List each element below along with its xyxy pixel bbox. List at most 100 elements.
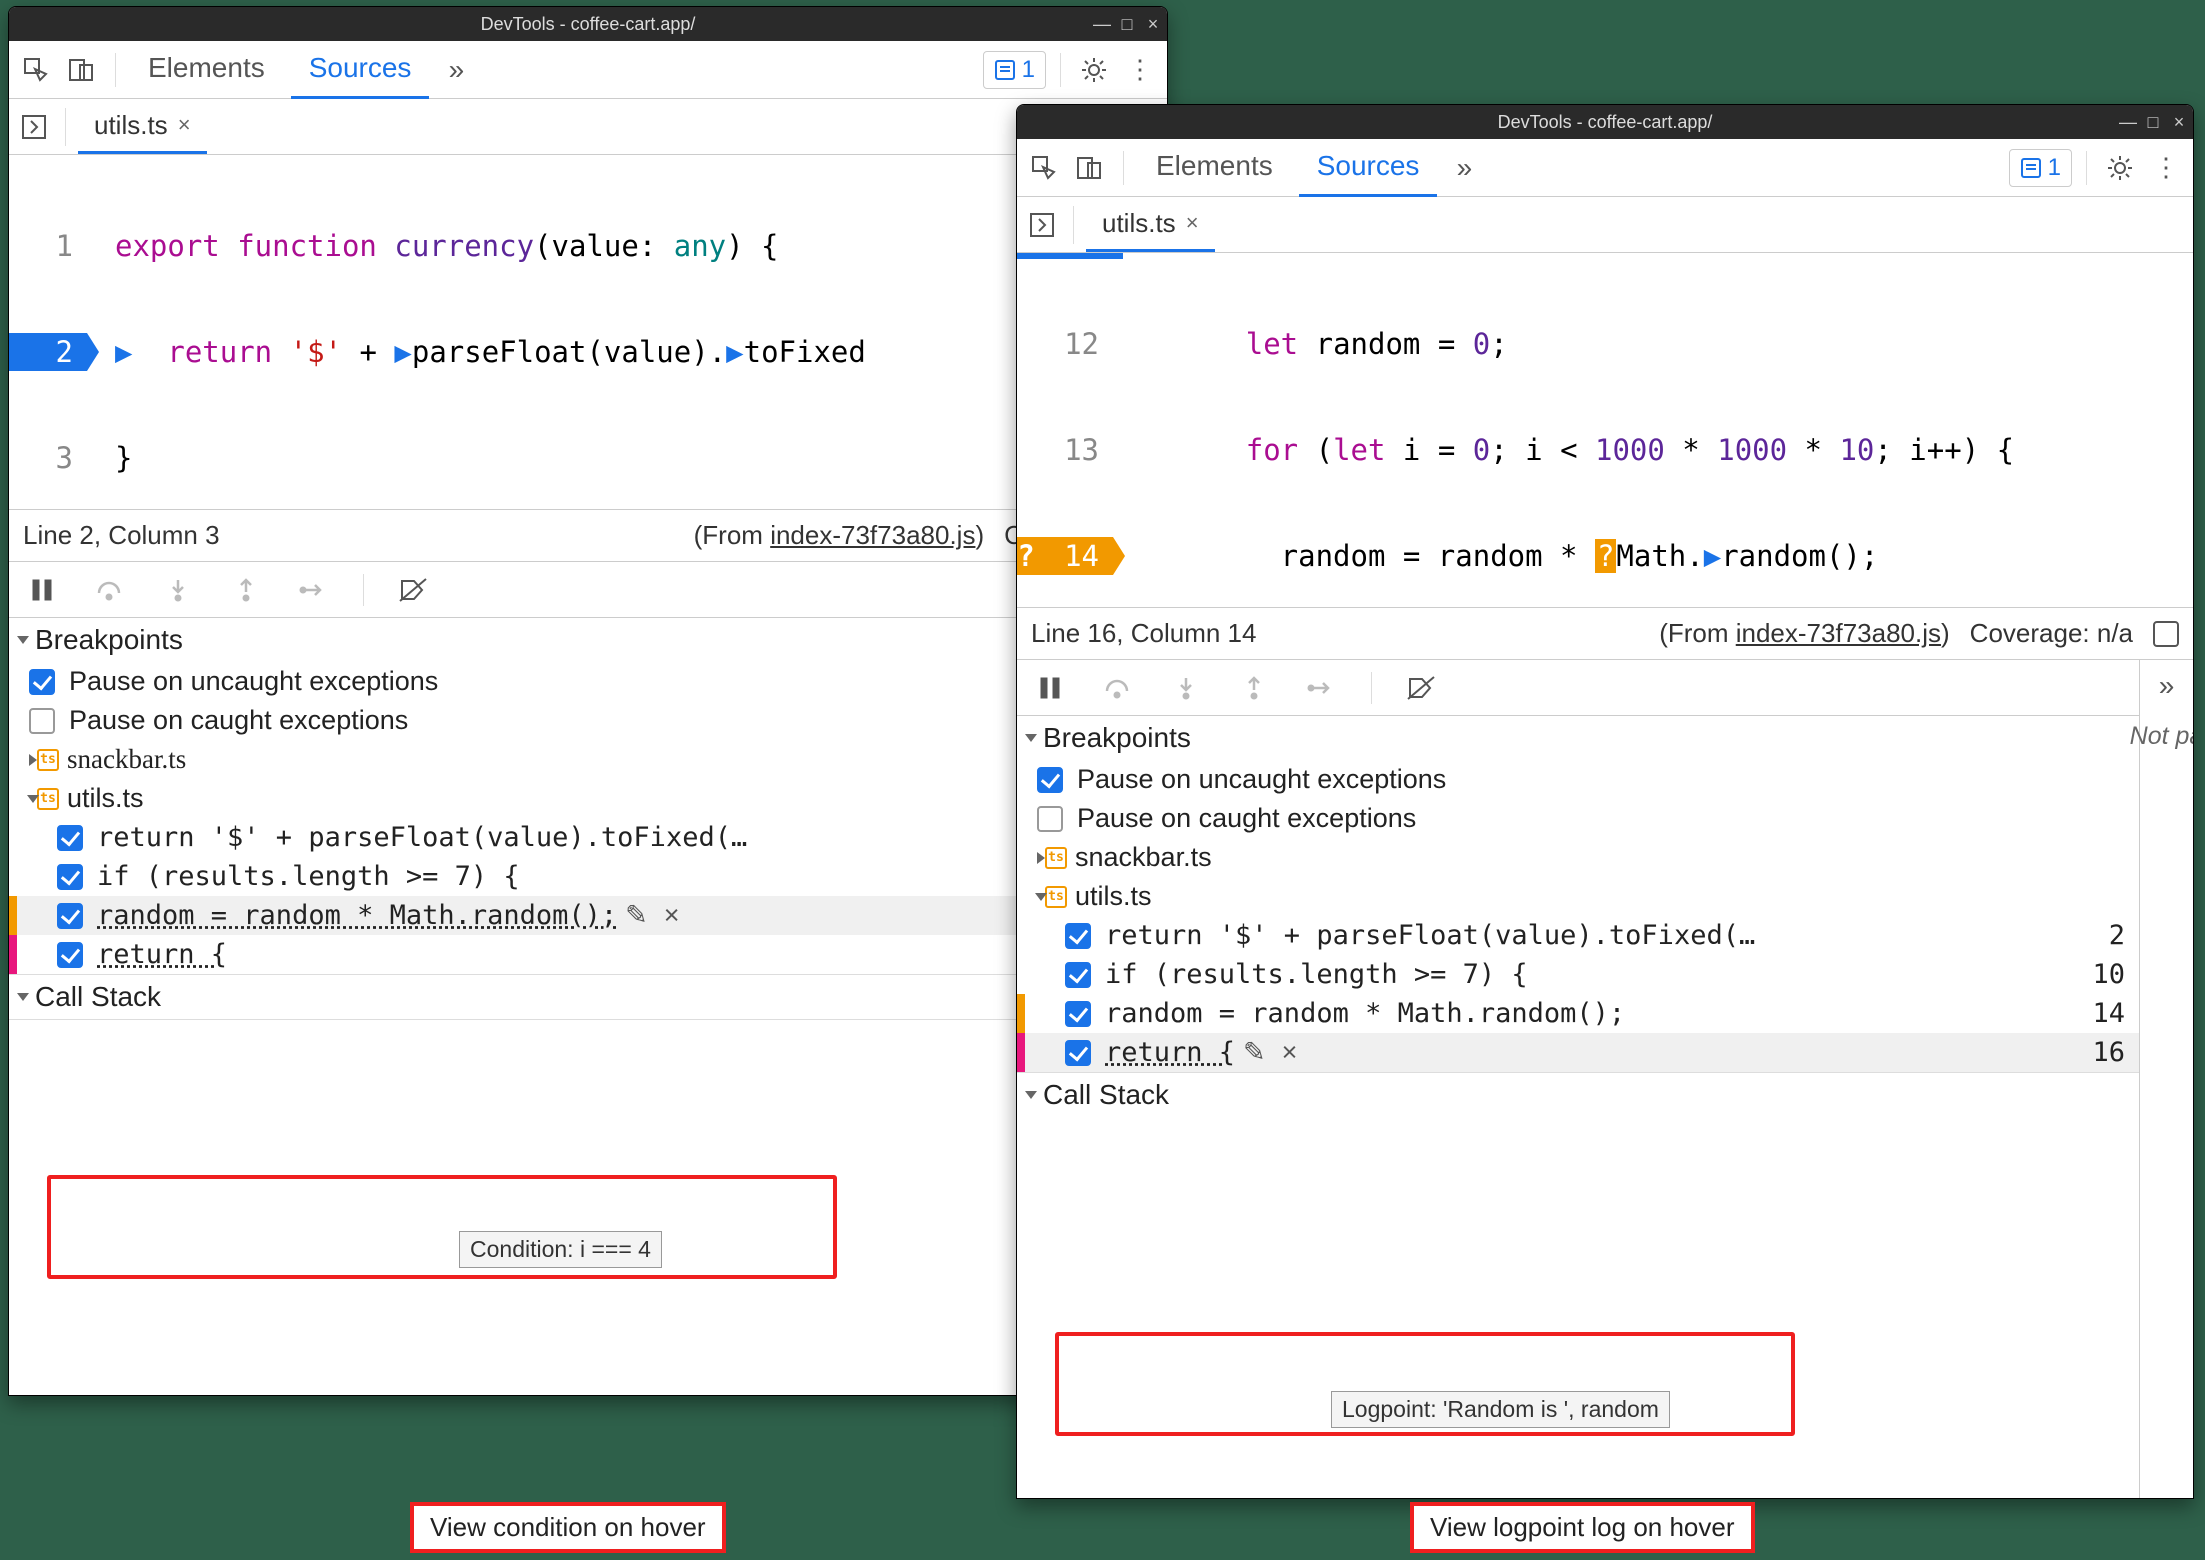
line-number[interactable]: 13 bbox=[1017, 431, 1113, 469]
pane-header-callstack[interactable]: Call Stack bbox=[9, 975, 1167, 1020]
line-number[interactable]: 12 bbox=[1017, 325, 1113, 363]
pane-header[interactable]: Breakpoints bbox=[9, 618, 1167, 662]
source-link[interactable]: index-73f73a80.js bbox=[1736, 618, 1941, 648]
kebab-icon[interactable]: ⋮ bbox=[1121, 51, 1159, 89]
collapse-icon[interactable] bbox=[2153, 621, 2179, 647]
pause-icon[interactable] bbox=[1031, 669, 1069, 707]
checkbox[interactable] bbox=[1065, 1001, 1091, 1027]
minimize-icon[interactable]: — bbox=[1093, 14, 1109, 35]
file-tab-utils[interactable]: utils.ts × bbox=[1086, 198, 1215, 252]
separator bbox=[1073, 206, 1074, 244]
tab-sources[interactable]: Sources bbox=[291, 40, 430, 99]
file-tab-utils[interactable]: utils.ts × bbox=[78, 100, 207, 154]
line-number[interactable]: 2 bbox=[9, 333, 87, 371]
breakpoint-item[interactable]: random = random * Math.random();14 bbox=[1017, 994, 2139, 1033]
breakpoint-item[interactable]: if (results.length >= 7) {10 bbox=[1017, 955, 2139, 994]
breakpoint-item[interactable]: random = random * Math.random();✎×14 bbox=[9, 896, 1167, 935]
breakpoint-file[interactable]: utils.ts bbox=[1017, 877, 2139, 916]
step-icon[interactable] bbox=[295, 571, 333, 609]
line-number[interactable]: ?14 bbox=[1017, 537, 1113, 575]
not-paused-label: Not pa bbox=[2130, 722, 2193, 751]
line-number[interactable]: 3 bbox=[9, 439, 87, 477]
delete-icon[interactable]: × bbox=[664, 900, 680, 931]
editor-statusbar: Line 2, Column 3 (From index-73f73a80.js… bbox=[9, 509, 1167, 562]
expand-icon[interactable]: » bbox=[2159, 670, 2175, 702]
close-icon[interactable]: × bbox=[1186, 210, 1199, 236]
side-strip: » Not pa bbox=[2139, 660, 2193, 1498]
breakpoint-item[interactable]: return {16 bbox=[9, 935, 1167, 974]
edit-icon[interactable]: ✎ bbox=[625, 900, 648, 931]
tab-elements[interactable]: Elements bbox=[130, 40, 283, 99]
step-over-icon[interactable] bbox=[1099, 669, 1137, 707]
breakpoint-file[interactable]: snackbar.ts bbox=[9, 740, 1167, 779]
close-icon[interactable]: × bbox=[2171, 112, 2187, 133]
breakpoint-item[interactable]: return '$' + parseFloat(value).toFixed(…… bbox=[9, 818, 1167, 857]
step-into-icon[interactable] bbox=[1167, 669, 1205, 707]
close-icon[interactable]: × bbox=[1145, 14, 1161, 35]
line-number[interactable]: 1 bbox=[9, 227, 87, 265]
ts-file-icon bbox=[1045, 847, 1067, 869]
drawer-icon[interactable] bbox=[1023, 206, 1061, 244]
checkbox[interactable] bbox=[57, 942, 83, 968]
file-tab-label: utils.ts bbox=[1102, 208, 1176, 239]
inspect-icon[interactable] bbox=[17, 51, 55, 89]
step-icon[interactable] bbox=[1303, 669, 1341, 707]
gear-icon[interactable] bbox=[2101, 149, 2139, 187]
pause-icon[interactable] bbox=[23, 571, 61, 609]
pane-header[interactable]: Breakpoints bbox=[1017, 716, 2139, 760]
checkbox[interactable] bbox=[1065, 1040, 1091, 1066]
cursor-position: Line 16, Column 14 bbox=[1031, 618, 1256, 649]
breakpoint-item[interactable]: return '$' + parseFloat(value).toFixed(…… bbox=[1017, 916, 2139, 955]
close-icon[interactable]: × bbox=[178, 112, 191, 138]
inspect-icon[interactable] bbox=[1025, 149, 1063, 187]
checkbox[interactable] bbox=[1065, 962, 1091, 988]
breakpoint-item[interactable]: if (results.length >= 7) {10 bbox=[9, 857, 1167, 896]
step-into-icon[interactable] bbox=[159, 571, 197, 609]
checkbox[interactable] bbox=[57, 864, 83, 890]
maximize-icon[interactable]: □ bbox=[2145, 112, 2161, 133]
deactivate-bp-icon[interactable] bbox=[394, 571, 432, 609]
checkbox[interactable] bbox=[1037, 806, 1063, 832]
drawer-icon[interactable] bbox=[15, 108, 53, 146]
device-icon[interactable] bbox=[1071, 149, 1109, 187]
deactivate-bp-icon[interactable] bbox=[1402, 669, 1440, 707]
breakpoint-file[interactable]: utils.ts bbox=[9, 779, 1167, 818]
checkbox[interactable] bbox=[1037, 767, 1063, 793]
edit-icon[interactable]: ✎ bbox=[1243, 1037, 1266, 1068]
source-link[interactable]: index-73f73a80.js bbox=[770, 520, 975, 550]
tab-elements[interactable]: Elements bbox=[1138, 138, 1291, 197]
device-icon[interactable] bbox=[63, 51, 101, 89]
more-tabs-icon[interactable]: » bbox=[1445, 149, 1483, 187]
more-tabs-icon[interactable]: » bbox=[437, 51, 475, 89]
code-editor[interactable]: 12 13 ?14 15 ‥16 17 18 19 20 let random … bbox=[1017, 253, 2193, 607]
disclosure-icon bbox=[1025, 1091, 1037, 1099]
issues-badge[interactable]: 1 bbox=[2009, 149, 2072, 187]
checkbox[interactable] bbox=[1065, 923, 1091, 949]
checkbox[interactable] bbox=[57, 903, 83, 929]
code-content: export function currency(value: any) { ▶… bbox=[97, 155, 1167, 509]
pane-header-callstack[interactable]: Call Stack bbox=[1017, 1073, 2139, 1117]
gear-icon[interactable] bbox=[1075, 51, 1113, 89]
line-gutter: 12 13 ?14 15 ‥16 17 18 19 20 bbox=[1017, 253, 1123, 607]
code-editor[interactable]: 1 2 3 4 5 6 7 8 9 export function curren… bbox=[9, 155, 1167, 509]
step-out-icon[interactable] bbox=[1235, 669, 1273, 707]
issues-badge[interactable]: 1 bbox=[983, 51, 1046, 89]
step-over-icon[interactable] bbox=[91, 571, 129, 609]
breakpoint-option[interactable]: Pause on caught exceptions bbox=[9, 701, 1167, 740]
checkbox[interactable] bbox=[57, 825, 83, 851]
kebab-icon[interactable]: ⋮ bbox=[2147, 149, 2185, 187]
breakpoint-option[interactable]: Pause on uncaught exceptions bbox=[1017, 760, 2139, 799]
minimize-icon[interactable]: — bbox=[2119, 112, 2135, 133]
conditional-marker bbox=[9, 896, 17, 935]
breakpoint-option[interactable]: Pause on caught exceptions bbox=[1017, 799, 2139, 838]
maximize-icon[interactable]: □ bbox=[1119, 14, 1135, 35]
breakpoint-file[interactable]: snackbar.ts bbox=[1017, 838, 2139, 877]
tab-sources[interactable]: Sources bbox=[1299, 138, 1438, 197]
cursor-position: Line 2, Column 3 bbox=[23, 520, 220, 551]
breakpoint-item[interactable]: return {✎×16 bbox=[1017, 1033, 2139, 1072]
checkbox[interactable] bbox=[29, 669, 55, 695]
breakpoint-option[interactable]: Pause on uncaught exceptions bbox=[9, 662, 1167, 701]
checkbox[interactable] bbox=[29, 708, 55, 734]
step-out-icon[interactable] bbox=[227, 571, 265, 609]
delete-icon[interactable]: × bbox=[1282, 1037, 1298, 1068]
